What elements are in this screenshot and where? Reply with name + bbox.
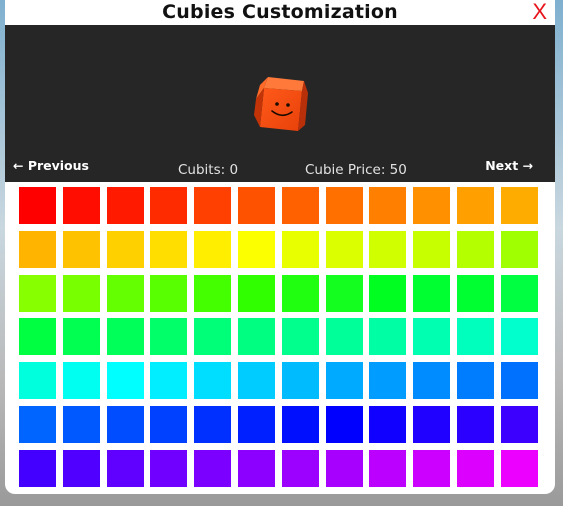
color-swatch[interactable] [238, 406, 275, 443]
color-swatch[interactable] [457, 275, 494, 312]
close-button[interactable]: X [532, 0, 547, 24]
color-swatch[interactable] [326, 450, 363, 487]
color-swatch[interactable] [369, 318, 406, 355]
color-swatch[interactable] [282, 318, 319, 355]
color-swatch[interactable] [501, 406, 538, 443]
color-swatch[interactable] [457, 231, 494, 268]
color-swatch[interactable] [150, 318, 187, 355]
color-swatch[interactable] [413, 275, 450, 312]
color-swatch[interactable] [457, 450, 494, 487]
color-swatch[interactable] [63, 275, 100, 312]
color-swatch[interactable] [194, 362, 231, 399]
color-swatch[interactable] [501, 362, 538, 399]
color-swatch[interactable] [457, 318, 494, 355]
next-button[interactable]: Next → [485, 158, 533, 173]
color-swatch[interactable] [194, 275, 231, 312]
color-swatch[interactable] [326, 318, 363, 355]
color-swatch[interactable] [282, 187, 319, 224]
color-swatch[interactable] [150, 406, 187, 443]
color-swatch[interactable] [369, 187, 406, 224]
color-swatch[interactable] [19, 450, 56, 487]
color-swatch[interactable] [282, 406, 319, 443]
color-swatch[interactable] [501, 450, 538, 487]
color-swatch[interactable] [501, 318, 538, 355]
color-swatch[interactable] [326, 362, 363, 399]
color-swatch[interactable] [238, 450, 275, 487]
color-swatch[interactable] [413, 231, 450, 268]
color-swatch[interactable] [194, 231, 231, 268]
color-swatch[interactable] [63, 231, 100, 268]
customization-window: Cubies Customization X ← Previous Cubits… [5, 0, 555, 494]
previous-button[interactable]: ← Previous [13, 158, 89, 173]
color-swatch[interactable] [282, 362, 319, 399]
color-swatch[interactable] [413, 450, 450, 487]
cubie-price: Cubie Price: 50 [305, 162, 407, 178]
color-swatch[interactable] [194, 450, 231, 487]
color-swatch[interactable] [457, 187, 494, 224]
color-swatch[interactable] [369, 362, 406, 399]
color-swatch[interactable] [326, 231, 363, 268]
color-swatch[interactable] [150, 450, 187, 487]
color-swatch[interactable] [150, 362, 187, 399]
color-swatch[interactable] [369, 450, 406, 487]
color-swatch[interactable] [19, 231, 56, 268]
color-swatch[interactable] [413, 187, 450, 224]
color-swatch[interactable] [282, 275, 319, 312]
cubits-count: Cubits: 0 [178, 162, 239, 178]
color-swatch[interactable] [150, 275, 187, 312]
color-swatch[interactable] [19, 187, 56, 224]
color-swatch[interactable] [238, 187, 275, 224]
color-swatch[interactable] [107, 275, 144, 312]
color-swatch[interactable] [19, 275, 56, 312]
cubie-preview-panel: ← Previous Cubits: 0 Cubie Price: 50 Nex… [5, 25, 555, 182]
color-swatch[interactable] [326, 406, 363, 443]
cubie-preview [250, 73, 310, 135]
color-swatch[interactable] [457, 406, 494, 443]
color-swatch[interactable] [282, 450, 319, 487]
color-swatch[interactable] [282, 231, 319, 268]
color-swatch[interactable] [107, 231, 144, 268]
color-swatch[interactable] [238, 231, 275, 268]
color-swatch[interactable] [63, 362, 100, 399]
color-swatch[interactable] [19, 318, 56, 355]
color-swatch[interactable] [501, 231, 538, 268]
color-swatch[interactable] [238, 275, 275, 312]
window-title: Cubies Customization [162, 1, 398, 23]
color-swatch[interactable] [501, 187, 538, 224]
color-swatch[interactable] [107, 362, 144, 399]
color-swatch[interactable] [194, 187, 231, 224]
color-swatch[interactable] [150, 231, 187, 268]
color-swatch[interactable] [63, 406, 100, 443]
color-swatch[interactable] [19, 362, 56, 399]
color-swatch[interactable] [150, 187, 187, 224]
color-swatch[interactable] [501, 275, 538, 312]
color-swatch[interactable] [107, 318, 144, 355]
color-swatch[interactable] [326, 275, 363, 312]
color-swatch[interactable] [19, 406, 56, 443]
color-swatch[interactable] [369, 406, 406, 443]
color-swatch[interactable] [238, 318, 275, 355]
color-swatch[interactable] [413, 318, 450, 355]
cubie-cube-icon [254, 77, 308, 131]
color-swatch[interactable] [457, 362, 494, 399]
color-swatch[interactable] [238, 362, 275, 399]
color-swatch[interactable] [194, 406, 231, 443]
color-swatch[interactable] [326, 187, 363, 224]
color-swatch[interactable] [194, 318, 231, 355]
color-swatch[interactable] [63, 318, 100, 355]
color-swatch[interactable] [107, 450, 144, 487]
color-swatch[interactable] [63, 187, 100, 224]
color-swatch[interactable] [413, 406, 450, 443]
color-swatch[interactable] [63, 450, 100, 487]
title-bar: Cubies Customization X [5, 0, 555, 25]
color-swatch[interactable] [369, 275, 406, 312]
color-palette-grid [19, 187, 544, 489]
color-swatch[interactable] [107, 406, 144, 443]
color-swatch[interactable] [369, 231, 406, 268]
color-swatch[interactable] [413, 362, 450, 399]
color-swatch[interactable] [107, 187, 144, 224]
